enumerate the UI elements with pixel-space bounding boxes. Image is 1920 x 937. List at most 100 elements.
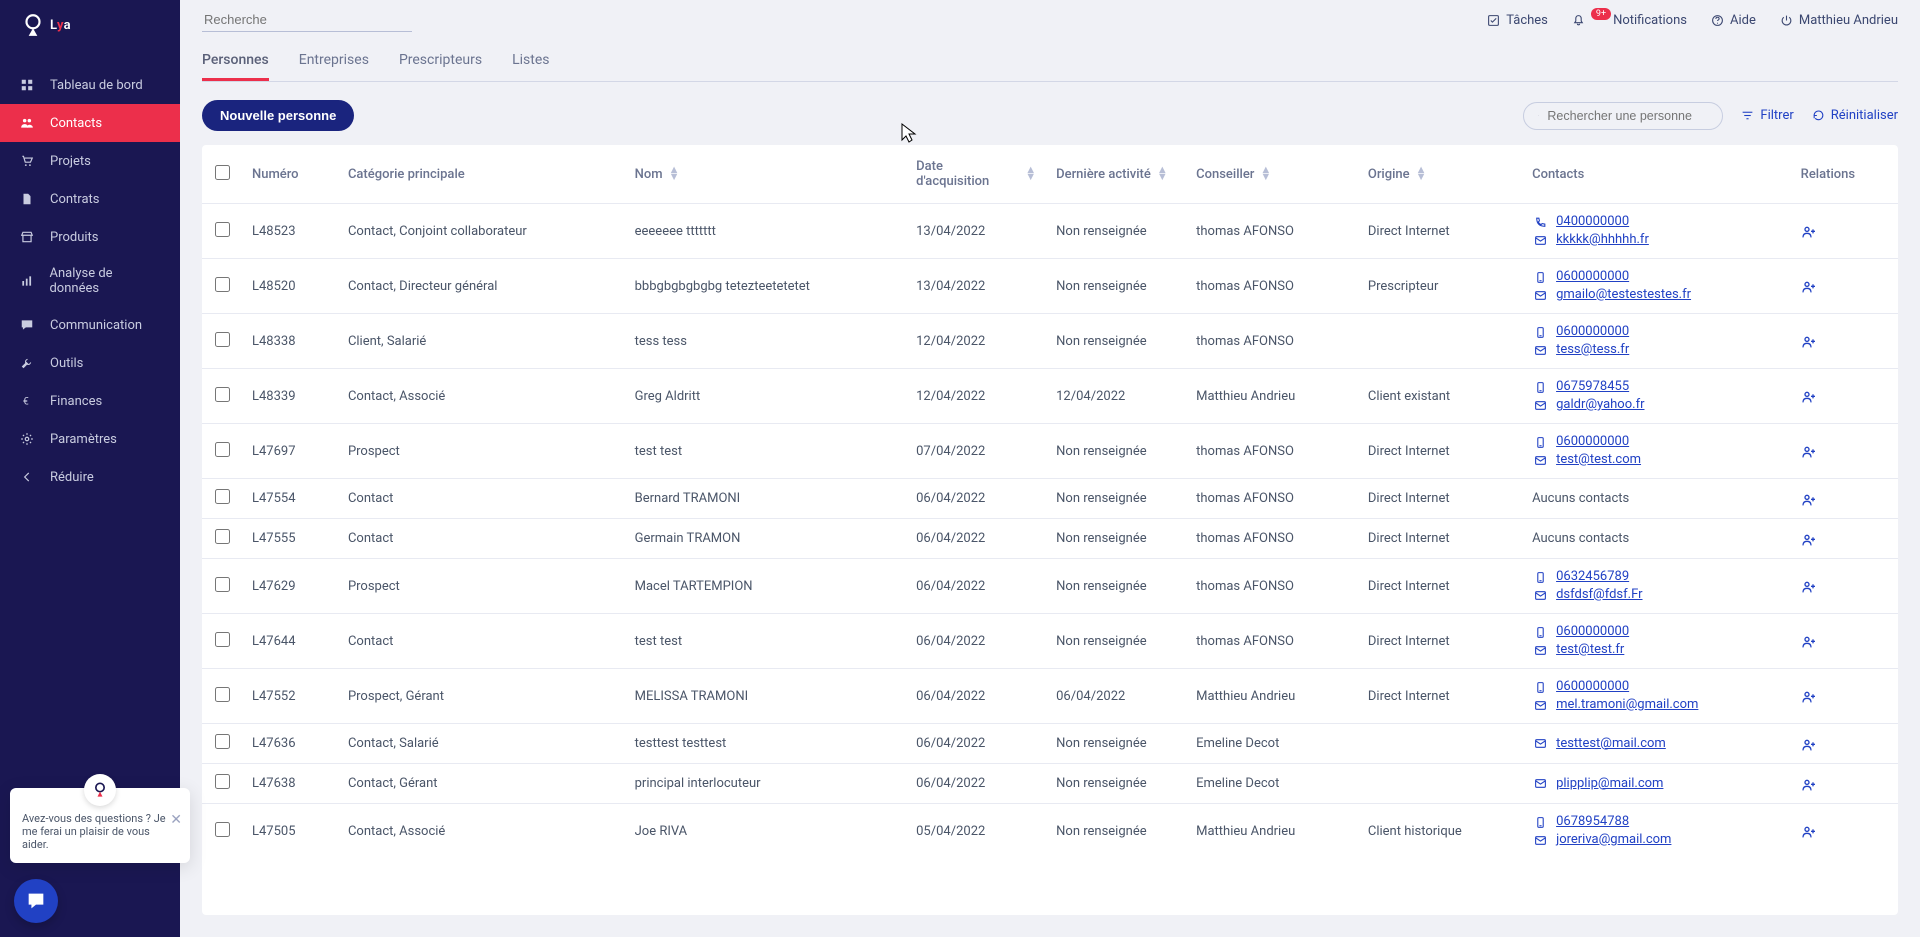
notifications-link[interactable]: 9+ Notifications — [1572, 13, 1687, 28]
phone-link[interactable]: 0600000000 — [1532, 624, 1781, 640]
row-checkbox[interactable] — [215, 442, 230, 457]
add-relation-icon[interactable] — [1801, 734, 1817, 753]
table-row[interactable]: L47636Contact, Salariétesttest testtest0… — [202, 724, 1898, 764]
row-checkbox[interactable] — [215, 222, 230, 237]
email-link[interactable]: gmailo@testestestes.fr — [1532, 287, 1781, 303]
table-row[interactable]: L48520Contact, Directeur généralbbbgbgbg… — [202, 259, 1898, 314]
email-link[interactable]: test@test.com — [1532, 452, 1781, 468]
col-origine[interactable]: Origine▲▼ — [1358, 145, 1522, 204]
sidebar-item-dashboard[interactable]: Tableau de bord — [0, 66, 180, 104]
phone-link[interactable]: 0400000000 — [1532, 214, 1781, 230]
new-person-button[interactable]: Nouvelle personne — [202, 100, 354, 131]
global-search[interactable] — [202, 8, 412, 32]
phone-link[interactable]: 0600000000 — [1532, 434, 1781, 450]
help-close-icon[interactable]: ✕ — [170, 812, 182, 828]
help-link[interactable]: Aide — [1711, 13, 1756, 28]
row-checkbox[interactable] — [215, 632, 230, 647]
sidebar-item-projects[interactable]: Projets — [0, 142, 180, 180]
cell-nom: MELISSA TRAMONI — [625, 669, 907, 724]
email-link[interactable]: galdr@yahoo.fr — [1532, 397, 1781, 413]
row-checkbox[interactable] — [215, 734, 230, 749]
cell-acquisition: 12/04/2022 — [906, 369, 1046, 424]
add-relation-icon[interactable] — [1801, 442, 1817, 461]
sidebar-item-tools[interactable]: Outils — [0, 344, 180, 382]
phone-link[interactable]: 0600000000 — [1532, 679, 1781, 695]
col-categorie[interactable]: Catégorie principale — [338, 145, 625, 204]
chat-fab[interactable] — [14, 879, 58, 923]
add-relation-icon[interactable] — [1801, 489, 1817, 508]
sidebar-item-communication[interactable]: Communication — [0, 306, 180, 344]
row-checkbox[interactable] — [215, 332, 230, 347]
email-link[interactable]: testtest@mail.com — [1532, 736, 1781, 752]
table-row[interactable]: L47638Contact, Gérantprincipal interlocu… — [202, 764, 1898, 804]
table-row[interactable]: L47555ContactGermain TRAMON06/04/2022Non… — [202, 519, 1898, 559]
email-link[interactable]: kkkkk@hhhhh.fr — [1532, 232, 1781, 248]
sidebar-item-products[interactable]: Produits — [0, 218, 180, 256]
user-menu[interactable]: Matthieu Andrieu — [1780, 13, 1898, 28]
email-link[interactable]: mel.tramoni@gmail.com — [1532, 697, 1781, 713]
email-link[interactable]: plipplip@mail.com — [1532, 776, 1781, 792]
phone-link[interactable]: 0675978455 — [1532, 379, 1781, 395]
add-relation-icon[interactable] — [1801, 774, 1817, 793]
add-relation-icon[interactable] — [1801, 277, 1817, 296]
add-relation-icon[interactable] — [1801, 529, 1817, 548]
row-checkbox[interactable] — [215, 529, 230, 544]
table-row[interactable]: L48339Contact, AssociéGreg Aldritt12/04/… — [202, 369, 1898, 424]
tasks-link[interactable]: Tâches — [1487, 13, 1548, 28]
add-relation-icon[interactable] — [1801, 332, 1817, 351]
phone-link[interactable]: 0600000000 — [1532, 324, 1781, 340]
row-checkbox[interactable] — [215, 489, 230, 504]
col-acquisition[interactable]: Date d'acquisition▲▼ — [906, 145, 1046, 204]
col-conseiller[interactable]: Conseiller▲▼ — [1186, 145, 1358, 204]
sidebar-item-finances[interactable]: €Finances — [0, 382, 180, 420]
tab-entreprises[interactable]: Entreprises — [299, 40, 369, 81]
phone-link[interactable]: 0600000000 — [1532, 269, 1781, 285]
row-checkbox[interactable] — [215, 822, 230, 837]
add-relation-icon[interactable] — [1801, 577, 1817, 596]
tab-prescripteurs[interactable]: Prescripteurs — [399, 40, 482, 81]
table-row[interactable]: L47554ContactBernard TRAMONI06/04/2022No… — [202, 479, 1898, 519]
sidebar-item-collapse[interactable]: Réduire — [0, 458, 180, 496]
row-checkbox[interactable] — [215, 774, 230, 789]
sort-icon: ▲▼ — [1416, 167, 1427, 180]
tab-personnes[interactable]: Personnes — [202, 40, 269, 81]
table-row[interactable]: L48338Client, Salariétess tess12/04/2022… — [202, 314, 1898, 369]
table-search[interactable] — [1523, 102, 1723, 130]
col-activite[interactable]: Dernière activité▲▼ — [1046, 145, 1186, 204]
table-row[interactable]: L47552Prospect, GérantMELISSA TRAMONI06/… — [202, 669, 1898, 724]
sidebar-item-analytics[interactable]: Analyse de données — [0, 256, 180, 306]
cell-categorie: Prospect — [338, 559, 625, 614]
filter-button[interactable]: Filtrer — [1741, 108, 1793, 123]
phone-link[interactable]: 0678954788 — [1532, 814, 1781, 830]
sidebar-item-settings[interactable]: Paramètres — [0, 420, 180, 458]
row-checkbox[interactable] — [215, 277, 230, 292]
table-row[interactable]: L47644Contacttest test06/04/2022Non rens… — [202, 614, 1898, 669]
cell-origine — [1358, 724, 1522, 764]
email-link[interactable]: tess@tess.fr — [1532, 342, 1781, 358]
sidebar-item-contacts[interactable]: Contacts — [0, 104, 180, 142]
table-row[interactable]: L48523Contact, Conjoint collaborateureee… — [202, 204, 1898, 259]
tab-listes[interactable]: Listes — [512, 40, 549, 81]
add-relation-icon[interactable] — [1801, 687, 1817, 706]
table-row[interactable]: L47629ProspectMacel TARTEMPION06/04/2022… — [202, 559, 1898, 614]
table-row[interactable]: L47697Prospecttest test07/04/2022Non ren… — [202, 424, 1898, 479]
table-row[interactable]: L47505Contact, AssociéJoe RIVA05/04/2022… — [202, 804, 1898, 859]
row-checkbox[interactable] — [215, 577, 230, 592]
add-relation-icon[interactable] — [1801, 632, 1817, 651]
row-checkbox[interactable] — [215, 687, 230, 702]
col-nom[interactable]: Nom▲▼ — [625, 145, 907, 204]
global-search-input[interactable] — [202, 8, 412, 32]
col-numero[interactable]: Numéro — [242, 145, 338, 204]
table-search-input[interactable] — [1547, 109, 1708, 123]
select-all-checkbox[interactable] — [215, 165, 230, 180]
add-relation-icon[interactable] — [1801, 822, 1817, 841]
reset-button[interactable]: Réinitialiser — [1812, 108, 1898, 123]
sidebar-item-contracts[interactable]: Contrats — [0, 180, 180, 218]
add-relation-icon[interactable] — [1801, 387, 1817, 406]
phone-link[interactable]: 0632456789 — [1532, 569, 1781, 585]
row-checkbox[interactable] — [215, 387, 230, 402]
email-link[interactable]: joreriva@gmail.com — [1532, 832, 1781, 848]
email-link[interactable]: test@test.fr — [1532, 642, 1781, 658]
email-link[interactable]: dsfdsf@fdsf.Fr — [1532, 587, 1781, 603]
add-relation-icon[interactable] — [1801, 222, 1817, 241]
